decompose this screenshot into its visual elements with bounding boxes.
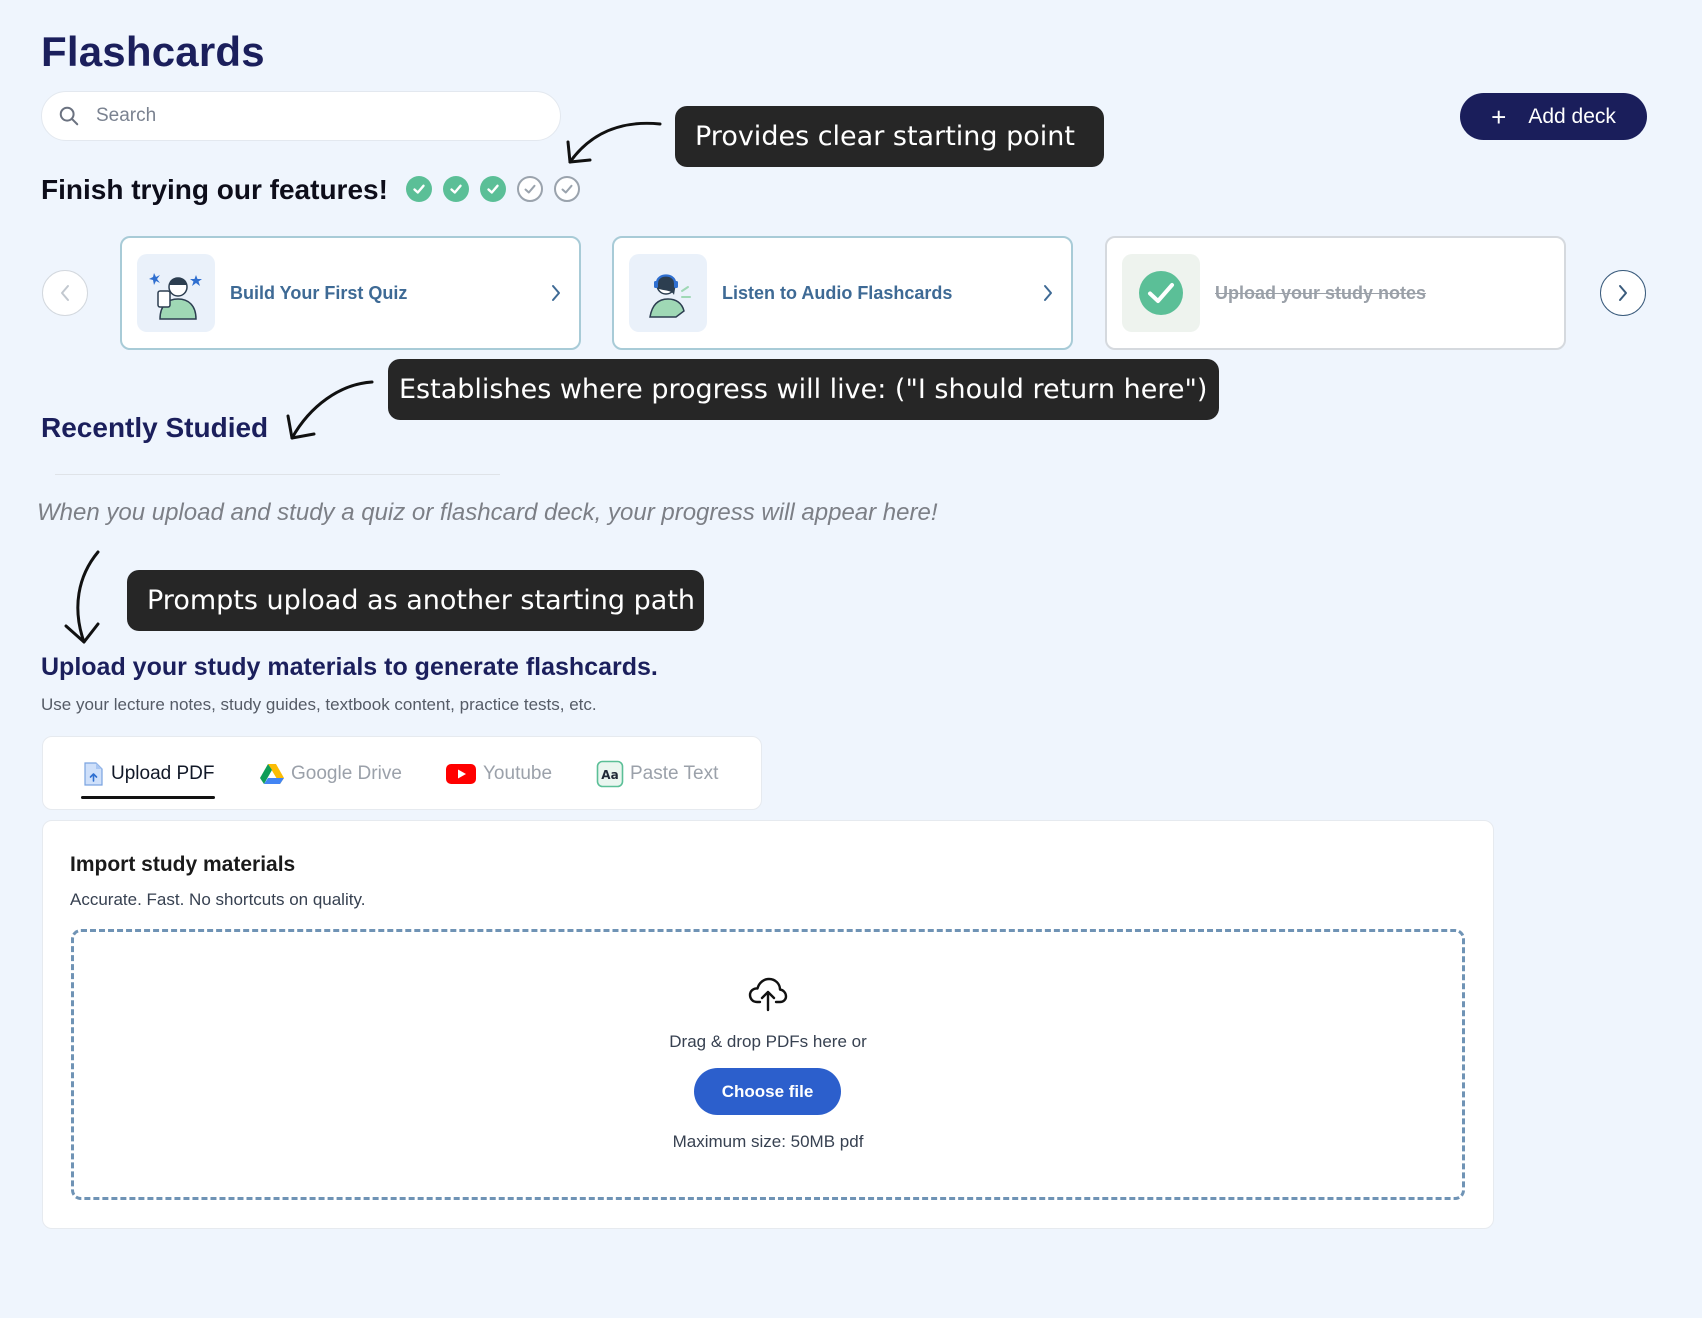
import-title: Import study materials [70,853,296,876]
add-deck-button[interactable]: + Add deck [1460,93,1647,140]
search-input[interactable] [94,104,518,128]
check-done-icon [443,176,469,202]
audio-illustration-icon [629,254,707,332]
recent-empty-message: When you upload and study a quiz or flas… [37,499,938,526]
tab-label: Google Drive [291,763,402,784]
features-title: Finish trying our features! [41,174,388,205]
check-pending-icon [554,176,580,202]
chevron-right-icon [1619,285,1627,301]
pdf-upload-icon [81,761,105,787]
dropzone-instructions: Drag & drop PDFs here or [669,1032,867,1051]
feature-progress [406,176,580,202]
completed-check-icon [1122,254,1200,332]
upload-section-title: Upload your study materials to generate … [41,653,658,681]
page-title: Flashcards [41,28,265,75]
check-done-icon [406,176,432,202]
paste-text-icon: Aa [596,760,624,788]
youtube-icon [445,762,477,786]
chevron-right-icon [1044,285,1052,301]
divider [55,474,500,475]
annotation-callout: Prompts upload as another starting path [127,570,704,631]
plus-icon: + [1491,101,1507,132]
annotation-callout: Establishes where progress will live: ("… [388,359,1219,420]
cloud-upload-icon [748,977,788,1012]
annotation-arrow-3 [64,550,100,644]
file-dropzone[interactable] [71,929,1465,1200]
annotation-arrow-1 [566,121,662,164]
check-done-icon [480,176,506,202]
feature-card-build-quiz[interactable]: Build Your First Quiz [120,236,581,350]
tab-label: Paste Text [630,763,719,784]
upload-source-tabs: Upload PDF Google Drive Youtube Aa Paste… [42,736,762,810]
tab-label: Youtube [483,763,553,784]
check-pending-icon [517,176,543,202]
tab-label: Upload PDF [111,763,215,784]
chevron-left-icon [61,285,69,301]
search-icon [59,106,79,126]
tab-paste-text[interactable]: Aa Paste Text [596,737,718,811]
quiz-illustration-icon [137,254,215,332]
carousel-prev-button[interactable] [42,270,88,316]
upload-section-subtitle: Use your lecture notes, study guides, te… [41,695,597,714]
chevron-right-icon [552,285,560,301]
tab-upload-pdf[interactable]: Upload PDF [81,737,215,811]
tab-youtube[interactable]: Youtube [445,737,552,811]
recently-studied-title: Recently Studied [41,412,269,443]
carousel-next-button[interactable] [1600,270,1646,316]
feature-card-label: Listen to Audio Flashcards [722,282,953,303]
file-size-limit: Maximum size: 50MB pdf [672,1132,864,1151]
annotation-arrow-2 [286,380,374,440]
feature-card-label: Build Your First Quiz [230,282,408,303]
google-drive-icon [259,762,285,786]
choose-file-button[interactable]: Choose file [694,1068,841,1115]
feature-card-label: Upload your study notes [1215,282,1427,303]
search-bar[interactable] [41,91,561,141]
feature-card-upload-notes[interactable]: Upload your study notes [1105,236,1566,350]
tab-google-drive[interactable]: Google Drive [259,737,402,811]
annotation-callout: Provides clear starting point [675,106,1104,167]
feature-card-audio-flashcards[interactable]: Listen to Audio Flashcards [612,236,1073,350]
add-deck-label: Add deck [1528,104,1616,128]
import-subtitle: Accurate. Fast. No shortcuts on quality. [70,890,366,909]
svg-text:Aa: Aa [601,768,618,782]
